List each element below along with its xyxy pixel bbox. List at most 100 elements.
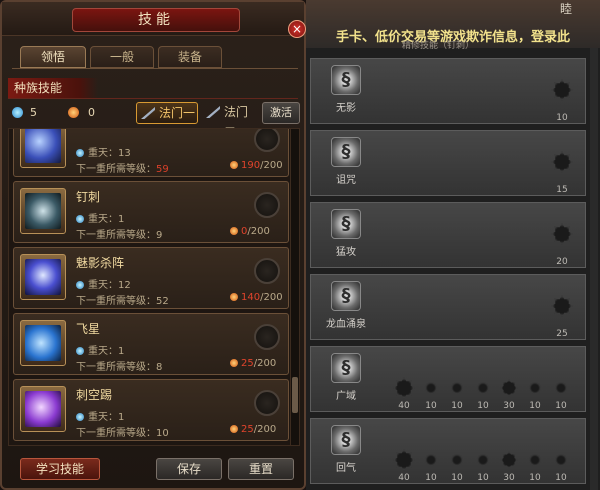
talent-row: § 广域 40 10 10 10 30 10 10 bbox=[310, 346, 586, 412]
fire-point-count: 0 bbox=[88, 106, 95, 119]
skill-level: 重天：1 bbox=[76, 342, 124, 357]
tab-general[interactable]: 一般 bbox=[90, 46, 154, 68]
talent-node[interactable] bbox=[425, 454, 437, 466]
talent-name: 龙血涌泉 bbox=[326, 319, 366, 330]
learn-skill-slot[interactable] bbox=[254, 390, 280, 416]
learn-skill-slot[interactable] bbox=[254, 258, 280, 284]
talent-node[interactable] bbox=[500, 379, 518, 397]
talent-node[interactable] bbox=[393, 377, 415, 399]
talent-node[interactable] bbox=[477, 382, 489, 394]
skill-card[interactable]: 刺空踢 重天：1 下一重所需等级：10 25/200 bbox=[13, 379, 289, 441]
talent-panel: 手卡、低价交易等游戏欺诈信息，登录此 精修技能（钉刺） 睦 § 无影 10 § … bbox=[306, 0, 600, 490]
save-button[interactable]: 保存 bbox=[156, 458, 222, 480]
talent-node[interactable] bbox=[477, 454, 489, 466]
tab-comprehend[interactable]: 领悟 bbox=[20, 46, 86, 68]
node-value: 25 bbox=[556, 329, 568, 339]
tab-divider bbox=[12, 68, 298, 69]
skill-list-scrollbar[interactable] bbox=[290, 128, 300, 446]
activate-button[interactable]: 激活 bbox=[262, 102, 300, 124]
school-one-label: 法门一 bbox=[159, 106, 196, 120]
node-value: 20 bbox=[556, 257, 568, 267]
level-star-icon bbox=[76, 413, 84, 421]
blade-icon bbox=[206, 106, 220, 118]
talent-node[interactable] bbox=[551, 151, 573, 173]
talent-scrollbar[interactable] bbox=[590, 48, 598, 490]
school-two-button[interactable]: 法门二 bbox=[202, 102, 258, 139]
talent-node[interactable] bbox=[425, 382, 437, 394]
fire-cost-icon bbox=[230, 359, 238, 367]
school-one-button[interactable]: 法门一 bbox=[136, 102, 198, 124]
skill-cost: 25/200 bbox=[230, 358, 276, 369]
node-value: 10 bbox=[556, 113, 568, 123]
swirl-icon: § bbox=[331, 209, 361, 239]
resource-row: 5 0 法门一 法门二 激活 bbox=[8, 102, 300, 139]
talent-node[interactable] bbox=[555, 454, 567, 466]
skill-card[interactable]: 钉刺 重天：1 下一重所需等级：9 0/200 bbox=[13, 181, 289, 243]
skill-cost: 190/200 bbox=[230, 160, 283, 171]
talent-node[interactable] bbox=[451, 382, 463, 394]
talent-row: § 猛攻 20 bbox=[310, 202, 586, 268]
talent-node[interactable] bbox=[551, 295, 573, 317]
skill-next-requirement: 下一重所需等级：9 bbox=[76, 230, 163, 241]
talent-node[interactable] bbox=[529, 454, 541, 466]
swirl-icon: § bbox=[331, 137, 361, 167]
node-value: 10 bbox=[529, 401, 541, 411]
node-value: 15 bbox=[556, 185, 568, 195]
talent-name: 诅咒 bbox=[336, 175, 356, 186]
star-skill-icon bbox=[25, 325, 61, 361]
learn-skill-button[interactable]: 学习技能 bbox=[20, 458, 100, 480]
node-value: 10 bbox=[477, 473, 489, 483]
node-value: 10 bbox=[425, 473, 437, 483]
blue-point-icon bbox=[12, 107, 23, 118]
reset-button[interactable]: 重置 bbox=[228, 458, 294, 480]
skills-window: 技能 × 领悟 一般 装备 种族技能 5 0 法门一 法门二 激活 重天：13 … bbox=[0, 0, 306, 490]
skill-card[interactable]: 重天：13 下一重所需等级：59 190/200 bbox=[13, 129, 289, 177]
close-button[interactable]: × bbox=[288, 20, 306, 38]
blue-point-count: 5 bbox=[30, 106, 37, 119]
section-title: 种族技能 bbox=[8, 78, 98, 98]
talent-node[interactable] bbox=[529, 382, 541, 394]
talent-node[interactable] bbox=[393, 449, 415, 471]
node-value: 10 bbox=[555, 473, 567, 483]
talent-name: 广域 bbox=[336, 391, 356, 402]
skill-name: 魅影杀阵 bbox=[76, 256, 125, 270]
swirl-icon: § bbox=[331, 353, 361, 383]
tab-equipment[interactable]: 装备 bbox=[158, 46, 222, 68]
skill-card[interactable]: 飞星 重天：1 下一重所需等级：8 25/200 bbox=[13, 313, 289, 375]
skill-icon-frame bbox=[20, 386, 66, 432]
node-value: 10 bbox=[425, 401, 437, 411]
node-value: 40 bbox=[398, 473, 410, 483]
node-value: 10 bbox=[451, 401, 463, 411]
scroll-thumb[interactable] bbox=[292, 377, 298, 413]
node-value: 30 bbox=[503, 473, 515, 483]
skill-level: 重天：1 bbox=[76, 408, 124, 423]
notice-banner: 手卡、低价交易等游戏欺诈信息，登录此 精修技能（钉刺） 睦 bbox=[306, 0, 600, 51]
skill-list[interactable]: 重天：13 下一重所需等级：59 190/200 钉刺 重天：1 下一重所需等级… bbox=[8, 128, 292, 446]
talent-node[interactable] bbox=[451, 454, 463, 466]
learn-skill-slot[interactable] bbox=[254, 192, 280, 218]
refine-skill-label: 精修技能（钉刺） bbox=[402, 41, 475, 51]
talent-node[interactable] bbox=[500, 451, 518, 469]
swirl-icon: § bbox=[331, 425, 361, 455]
talent-node[interactable] bbox=[555, 382, 567, 394]
skill-name: 飞星 bbox=[76, 322, 101, 336]
node-value: 10 bbox=[555, 401, 567, 411]
skill-name: 钉刺 bbox=[76, 190, 101, 204]
learn-skill-slot[interactable] bbox=[254, 324, 280, 350]
talent-node[interactable] bbox=[551, 79, 573, 101]
skill-cost: 140/200 bbox=[230, 292, 283, 303]
fire-cost-icon bbox=[230, 161, 238, 169]
skill-name: 刺空踢 bbox=[76, 388, 113, 402]
blade-icon bbox=[141, 107, 155, 119]
skill-card[interactable]: 魅影杀阵 重天：12 下一重所需等级：52 140/200 bbox=[13, 247, 289, 309]
level-star-icon bbox=[76, 215, 84, 223]
skill-cost: 25/200 bbox=[230, 424, 276, 435]
node-value: 10 bbox=[529, 473, 541, 483]
learn-skill-slot[interactable] bbox=[254, 129, 280, 152]
skill-next-requirement: 下一重所需等级：52 bbox=[76, 296, 169, 307]
fire-cost-icon bbox=[230, 425, 238, 433]
phantom-skill-icon bbox=[25, 259, 61, 295]
talent-node[interactable] bbox=[551, 223, 573, 245]
skill-icon-frame bbox=[20, 129, 66, 168]
corner-text: 睦 bbox=[560, 2, 573, 16]
